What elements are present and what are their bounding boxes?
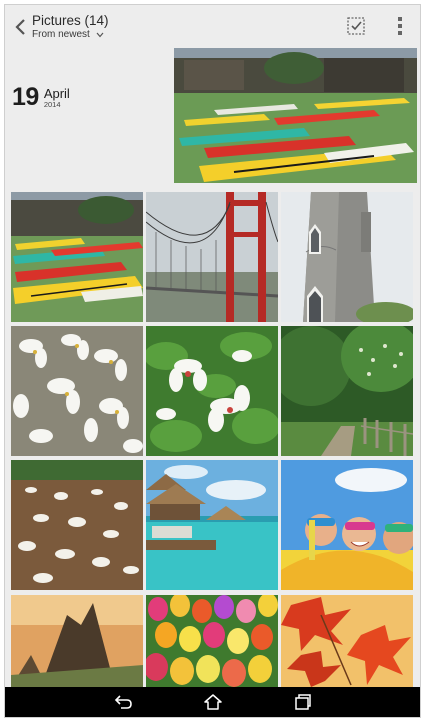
photo-thumbnail[interactable]: [146, 460, 278, 590]
photo-thumbnail[interactable]: [174, 48, 417, 183]
nav-back-icon: [114, 695, 132, 709]
chevron-left-icon: [15, 19, 25, 35]
date-year: 2014: [43, 100, 61, 109]
back-button[interactable]: [9, 14, 31, 40]
sort-dropdown[interactable]: From newest: [32, 29, 109, 41]
photo-thumbnail[interactable]: [281, 192, 413, 322]
photo-thumbnail[interactable]: [281, 460, 413, 590]
system-nav-bar: [5, 687, 420, 717]
select-all-icon: [347, 17, 365, 35]
more-options-button[interactable]: [391, 14, 409, 38]
date-month: April: [43, 86, 70, 101]
photo-thumbnail[interactable]: [281, 326, 413, 456]
nav-recents-icon: [295, 694, 311, 710]
select-all-button[interactable]: [346, 16, 366, 36]
nav-home-button[interactable]: [195, 690, 231, 714]
album-title-area: Pictures (14) From newest: [32, 13, 109, 41]
gallery-screen: Pictures (14) From newest 19 April 2014: [4, 4, 421, 718]
photo-thumbnail[interactable]: [11, 460, 143, 590]
sort-label: From newest: [32, 29, 90, 40]
app-bar: Pictures (14) From newest: [5, 5, 420, 47]
date-group-header: 19 April 2014: [12, 83, 70, 111]
more-vertical-icon: [398, 17, 402, 35]
nav-home-icon: [204, 694, 222, 710]
nav-recents-button[interactable]: [285, 690, 321, 714]
photo-thumbnail[interactable]: [11, 192, 143, 322]
photo-thumbnail[interactable]: [146, 326, 278, 456]
photo-thumbnail[interactable]: [146, 192, 278, 322]
album-title: Pictures (14): [32, 13, 109, 28]
date-day: 19: [12, 83, 39, 111]
photo-thumbnail[interactable]: [11, 326, 143, 456]
nav-back-button[interactable]: [105, 690, 141, 714]
chevron-down-icon: [96, 32, 104, 38]
